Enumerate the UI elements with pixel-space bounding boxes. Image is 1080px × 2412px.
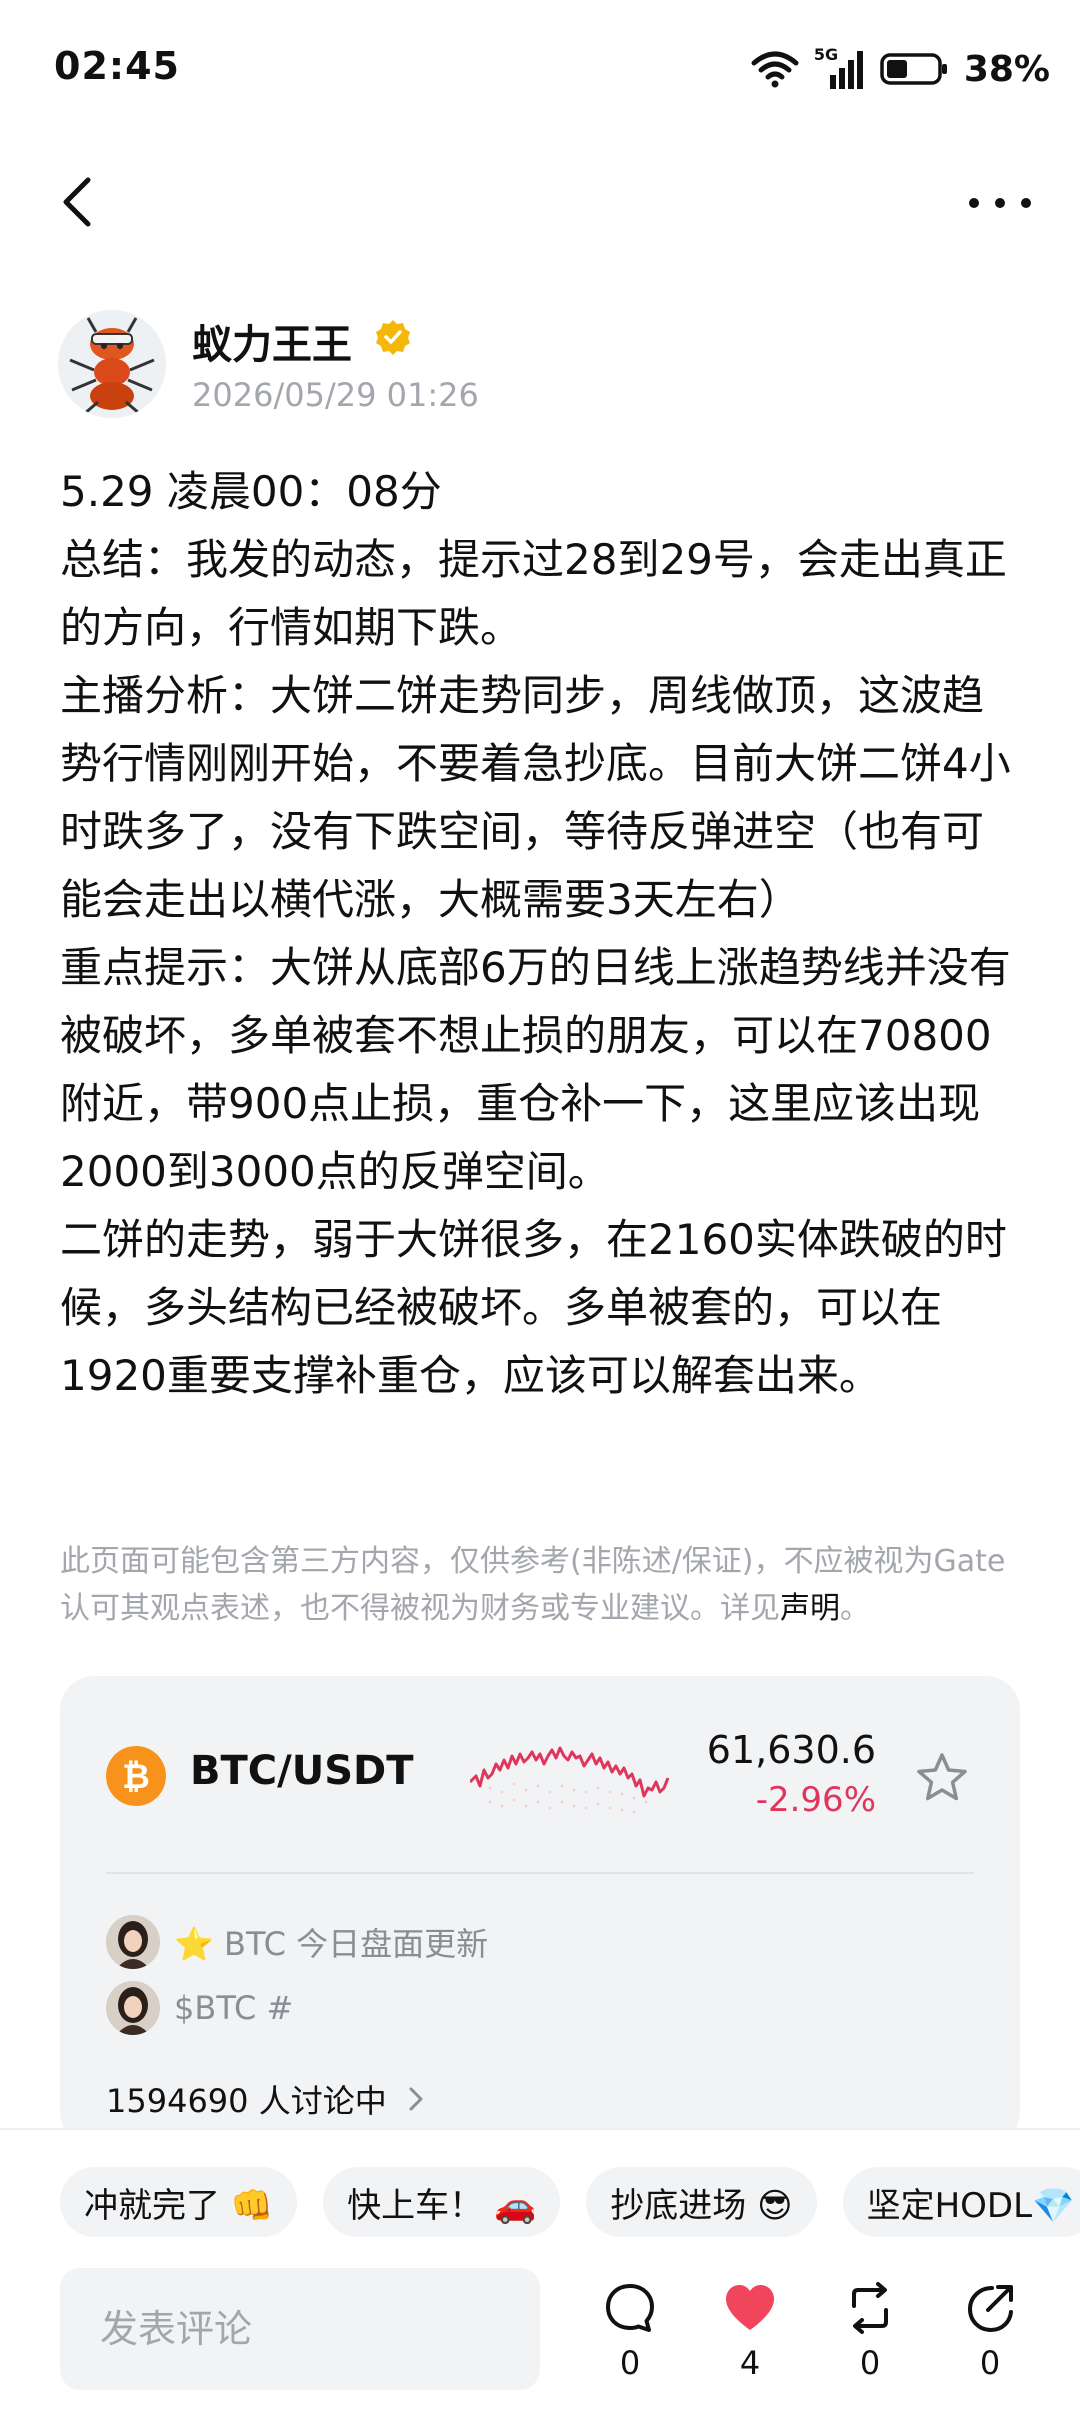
- comment-bubble-icon: [606, 2284, 654, 2332]
- quick-reply-chip[interactable]: 抄底进场 😎: [586, 2167, 817, 2237]
- battery-icon: [880, 53, 947, 85]
- post-timestamp: 2026/05/29 01:26: [192, 376, 479, 414]
- statement-link[interactable]: 声明: [780, 1591, 840, 1626]
- battery-percentage: 38%: [963, 48, 1050, 90]
- share-count: 0: [979, 2344, 1001, 2382]
- quick-reply-chip[interactable]: 冲就完了 👊: [60, 2167, 298, 2237]
- topic-avatar: [106, 1981, 160, 2035]
- price-sparkline: [470, 1746, 670, 1814]
- more-options-button[interactable]: [960, 178, 1040, 228]
- card-divider: [106, 1872, 974, 1874]
- user-avatar-icon: [106, 1915, 160, 1969]
- topic-avatar: [106, 1915, 160, 1969]
- back-button[interactable]: [52, 172, 112, 232]
- user-avatar-icon: [106, 1981, 160, 2035]
- more-dots-icon: [969, 198, 1031, 208]
- comment-input[interactable]: [60, 2268, 540, 2390]
- comment-button[interactable]: 0: [590, 2280, 670, 2382]
- post-line: 二饼的走势，弱于大饼很多，在2160实体跌破的时候，多头结构已经被破坏。多单被套…: [60, 1215, 1007, 1400]
- quick-reply-chips: 冲就完了 👊 快上车！ 🚗 抄底进场 😎 坚定HODL💎: [60, 2167, 1080, 2237]
- price-change: -2.96%: [755, 1780, 876, 1820]
- status-time: 02:45: [54, 44, 180, 88]
- topic-item[interactable]: $BTC #: [106, 1980, 293, 2036]
- disclaimer-suffix: 。: [840, 1591, 870, 1626]
- chevron-left-icon: [63, 177, 91, 227]
- quick-reply-chip[interactable]: 坚定HODL💎: [842, 2167, 1080, 2237]
- comment-count: 0: [619, 2344, 641, 2382]
- discussion-count[interactable]: 1594690 人讨论中: [106, 2076, 427, 2122]
- quick-reply-chip[interactable]: 快上车！ 🚗: [323, 2167, 561, 2237]
- repost-icon: [852, 2282, 888, 2334]
- discussion-count-text: 1594690 人讨论中: [106, 2082, 387, 2120]
- post-content: 5.29 凌晨00：08分 总结：我发的动态，提示过28到29号，会走出真正的方…: [60, 458, 1020, 1410]
- last-price: 61,630.6: [706, 1728, 876, 1772]
- post-line: 5.29 凌晨00：08分: [60, 467, 442, 516]
- like-button[interactable]: 4: [710, 2280, 790, 2382]
- bottom-action-bar: 冲就完了 👊 快上车！ 🚗 抄底进场 😎 坚定HODL💎 0 4: [0, 2130, 1080, 2412]
- post-line: 重点提示：大饼从底部6万的日线上涨趋势线并没有被破坏，多单被套不想止损的朋友，可…: [60, 943, 1011, 1196]
- status-bar: 02:45 5G 38%: [0, 0, 1080, 140]
- disclaimer: 此页面可能包含第三方内容，仅供参考(非陈述/保证)，不应被视为Gate认可其观点…: [60, 1538, 1030, 1632]
- bitcoin-icon: ₿: [106, 1746, 166, 1806]
- svg-text:₿: ₿: [122, 1757, 150, 1797]
- ant-mascot-icon: [58, 310, 166, 418]
- status-icons: 5G 38%: [750, 44, 1050, 94]
- share-button[interactable]: 0: [950, 2280, 1030, 2382]
- post-detail-screen: 02:45 5G 38% 蚁力王王 2026/05/29 01:26 5.29 …: [0, 0, 1080, 2412]
- topic-text: ⭐ BTC 今日盘面更新: [174, 1925, 489, 1963]
- post-line: 总结：我发的动态，提示过28到29号，会走出真正的方向，行情如期下跌。: [60, 535, 1007, 652]
- market-card[interactable]: ₿ BTC/USDT 61,630.6 -2.96% ⭐ BTC 今日盘面更新 …: [60, 1676, 1020, 2146]
- wifi-icon: [751, 51, 799, 88]
- repost-button[interactable]: 0: [830, 2280, 910, 2382]
- cellular-5g-icon: 5G: [814, 47, 866, 91]
- share-icon: [967, 2285, 1013, 2333]
- post-line: 主播分析：大饼二饼走势同步，周线做顶，这波趋势行情刚刚开始，不要着急抄底。目前大…: [60, 671, 1011, 924]
- author-name[interactable]: 蚁力王王: [192, 312, 352, 370]
- verified-badge-icon: [376, 320, 410, 355]
- author-avatar[interactable]: [58, 310, 166, 418]
- trading-pair: BTC/USDT: [190, 1748, 414, 1794]
- heart-icon: [726, 2285, 774, 2330]
- favorite-star-icon[interactable]: [914, 1750, 970, 1806]
- like-count: 4: [739, 2344, 761, 2382]
- chevron-right-icon: [409, 2087, 423, 2111]
- topic-text: $BTC #: [174, 1989, 294, 2027]
- topic-item[interactable]: ⭐ BTC 今日盘面更新: [106, 1914, 488, 1970]
- repost-count: 0: [859, 2344, 881, 2382]
